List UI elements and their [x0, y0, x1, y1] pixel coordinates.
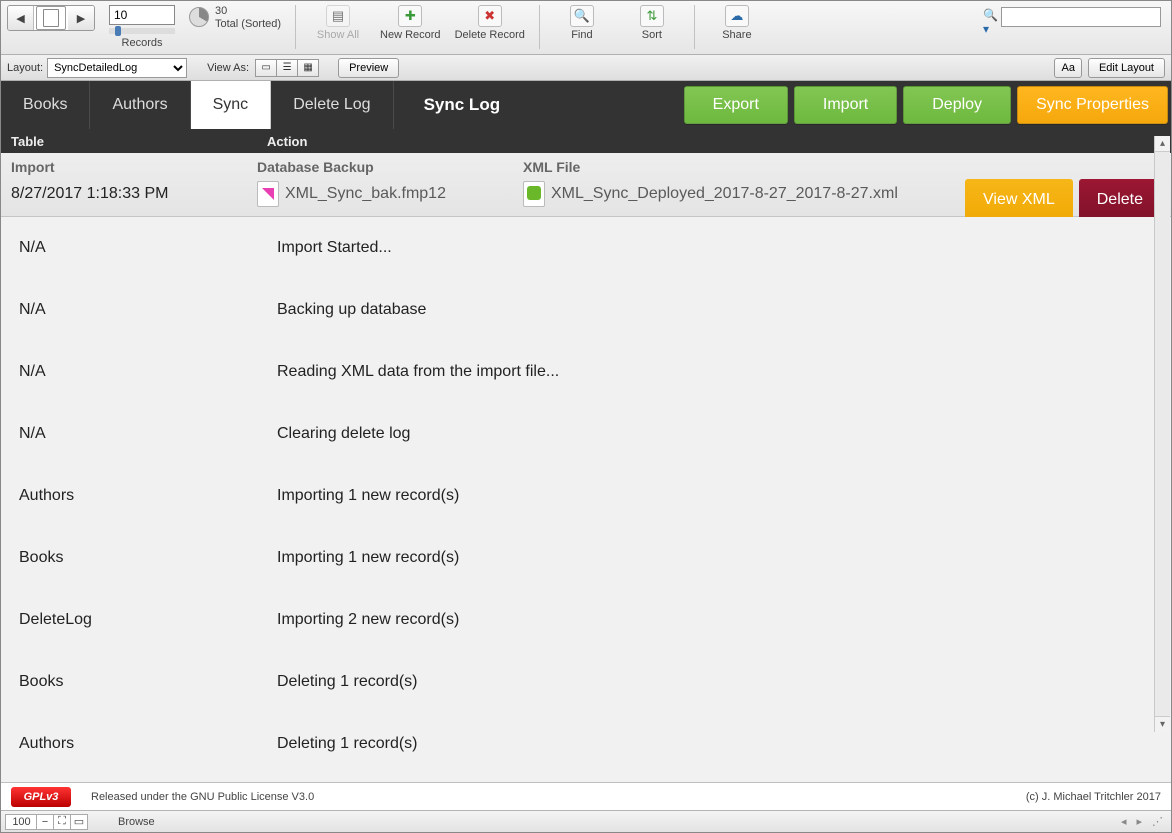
resize-grip-icon[interactable]: ⋰ [1152, 815, 1163, 828]
mode-label: Browse [104, 816, 169, 828]
delete-button[interactable]: Delete [1079, 179, 1161, 221]
tab-books[interactable]: Books [1, 81, 90, 129]
new-record-button[interactable]: ✚ New Record [380, 3, 441, 41]
log-row: BooksImporting 1 new record(s) [1, 527, 1171, 589]
prev-record-button[interactable]: ◀ [8, 6, 34, 30]
view-list-button[interactable]: ☰ [276, 59, 298, 77]
gpl-badge: GPLv3 [11, 787, 71, 807]
total-sorted: Total (Sorted) [215, 18, 281, 31]
new-record-icon: ✚ [398, 5, 422, 27]
view-xml-button[interactable]: View XML [965, 179, 1073, 221]
show-all-icon: ▤ [326, 5, 350, 27]
search-input[interactable] [1001, 7, 1161, 27]
zoom-value: 100 [5, 814, 37, 830]
col-table: Table [11, 134, 267, 149]
log-row: AuthorsImporting 1 new record(s) [1, 465, 1171, 527]
book-icon [36, 6, 66, 30]
hscroll-right-icon[interactable]: ▸ [1136, 815, 1142, 828]
xml-file-icon [523, 181, 545, 207]
edit-layout-button[interactable]: Edit Layout [1088, 58, 1165, 78]
zoom-in-button[interactable]: ▭ [70, 814, 88, 830]
records-group: Records [109, 3, 175, 49]
show-all-button[interactable]: ▤ Show All [310, 3, 366, 41]
import-button[interactable]: Import [794, 86, 897, 124]
total-count: 30 [215, 5, 281, 18]
copyright-text: (c) J. Michael Tritchler 2017 [1026, 791, 1161, 803]
find-icon: 🔍 [570, 5, 594, 27]
delete-record-button[interactable]: ✖ Delete Record [455, 3, 525, 41]
scroll-up-icon[interactable]: ▴ [1155, 136, 1170, 152]
log-row: N/ABacking up database [1, 279, 1171, 341]
scroll-down-icon[interactable]: ▾ [1155, 716, 1170, 732]
view-table-button[interactable]: ▦ [297, 59, 319, 77]
total-group: 30 Total (Sorted) [189, 5, 281, 31]
zoom-out-button[interactable]: − [36, 814, 54, 830]
record-number-input[interactable] [109, 5, 175, 25]
fmp-file-icon [257, 181, 279, 207]
preview-button[interactable]: Preview [338, 58, 399, 78]
license-text: Released under the GNU Public License V3… [91, 791, 314, 803]
records-label: Records [122, 37, 163, 49]
formatting-button[interactable]: Aa [1054, 58, 1081, 78]
column-headers: Table Action [1, 129, 1171, 153]
share-icon: ☁ [725, 5, 749, 27]
delete-record-icon: ✖ [478, 5, 502, 27]
view-as-label: View As: [207, 62, 249, 74]
status-bar: 100 − ⛶ ▭ Browse ◂ ▸ ⋰ [1, 810, 1171, 832]
backup-filename: XML_Sync_bak.fmp12 [285, 185, 446, 203]
tab-authors[interactable]: Authors [90, 81, 190, 129]
top-toolbar: ◀ ▶ Records 30 Total (Sorted) ▤ Show All… [1, 1, 1171, 55]
search-box: 🔍▾ [983, 7, 1161, 27]
import-timestamp: 8/27/2017 1:18:33 PM [11, 185, 257, 203]
log-row: DeleteLogImporting 2 new record(s) [1, 589, 1171, 651]
share-button[interactable]: ☁ Share [709, 3, 765, 41]
tab-delete-log[interactable]: Delete Log [271, 81, 393, 129]
layout-select[interactable]: SyncDetailedLog [47, 58, 187, 78]
xml-label: XML File [523, 159, 965, 175]
col-action: Action [267, 134, 307, 149]
tab-sync[interactable]: Sync [191, 81, 272, 129]
search-icon: 🔍▾ [983, 8, 1001, 26]
license-bar: GPLv3 Released under the GNU Public Lice… [1, 782, 1171, 810]
vertical-scrollbar[interactable]: ▴ ▾ [1154, 136, 1170, 732]
deploy-button[interactable]: Deploy [903, 86, 1011, 124]
layout-label: Layout: [7, 62, 43, 74]
log-list: N/AImport Started... N/ABacking up datab… [1, 217, 1171, 782]
log-row: N/AReading XML data from the import file… [1, 341, 1171, 403]
view-form-button[interactable]: ▭ [255, 59, 277, 77]
layout-bar: Layout: SyncDetailedLog View As: ▭ ☰ ▦ P… [1, 55, 1171, 81]
sync-summary: Import 8/27/2017 1:18:33 PM Database Bac… [1, 153, 1171, 217]
next-record-button[interactable]: ▶ [68, 6, 94, 30]
hscroll-left-icon[interactable]: ◂ [1121, 815, 1127, 828]
backup-label: Database Backup [257, 159, 523, 175]
sync-properties-button[interactable]: Sync Properties [1017, 86, 1168, 124]
log-row: BooksDeleting 1 record(s) [1, 651, 1171, 713]
import-label: Import [11, 159, 257, 175]
log-row: N/AImport Started... [1, 217, 1171, 279]
record-nav: ◀ ▶ [7, 3, 95, 31]
xml-filename: XML_Sync_Deployed_2017-8-27_2017-8-27.xm… [551, 185, 898, 203]
page-title: Sync Log [394, 81, 531, 129]
zoom-fit-button[interactable]: ⛶ [53, 814, 71, 830]
sort-button[interactable]: ⇅ Sort [624, 3, 680, 41]
main-nav: Books Authors Sync Delete Log Sync Log E… [1, 81, 1171, 129]
pie-icon [189, 7, 209, 27]
log-row: AuthorsDeleting 1 record(s) [1, 713, 1171, 775]
log-row: N/AClearing delete log [1, 403, 1171, 465]
sort-icon: ⇅ [640, 5, 664, 27]
export-button[interactable]: Export [684, 86, 788, 124]
find-button[interactable]: 🔍 Find [554, 3, 610, 41]
